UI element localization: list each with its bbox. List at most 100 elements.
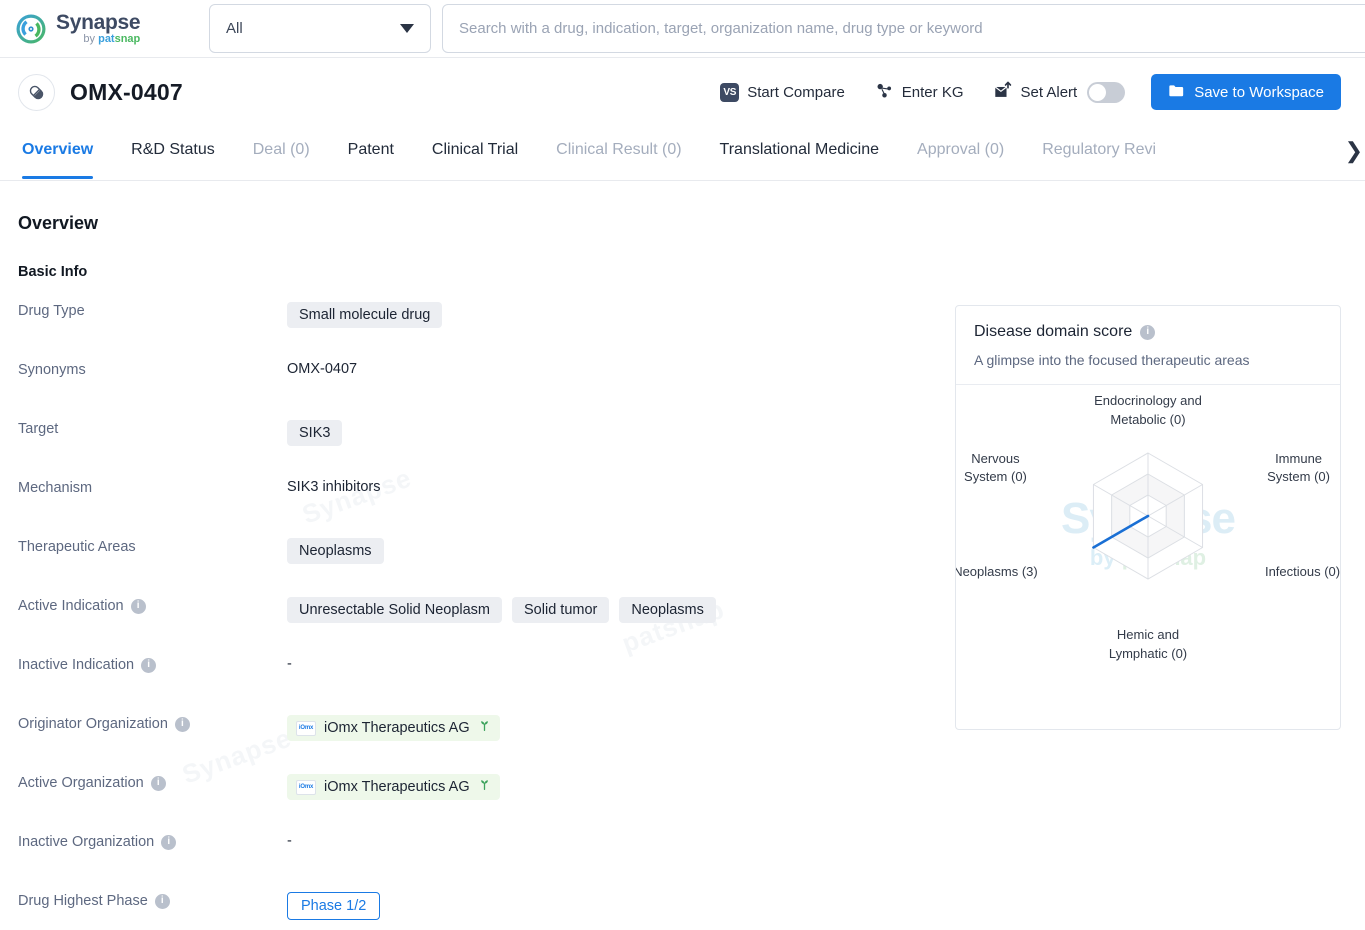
field-label: Inactive Organization i bbox=[18, 832, 287, 850]
pill-icon bbox=[18, 73, 55, 111]
field-label-text: Mechanism bbox=[18, 480, 93, 496]
organization-chip[interactable]: iOmx iOmx Therapeutics AG bbox=[287, 774, 500, 800]
score-card-subtitle: A glimpse into the focused therapeutic a… bbox=[974, 352, 1250, 368]
info-icon[interactable]: i bbox=[154, 893, 170, 909]
save-to-workspace-label: Save to Workspace bbox=[1194, 83, 1324, 101]
main-content: Synapse patsnap Synapse Overview Basic I… bbox=[0, 181, 1365, 930]
tab-overview[interactable]: Overview bbox=[22, 134, 94, 179]
field-label: Therapeutic Areas bbox=[18, 537, 287, 555]
field-label-text: Originator Organization bbox=[18, 716, 168, 732]
chevron-right-icon[interactable]: ❯ bbox=[1330, 138, 1363, 164]
field-row: Target SIK3 bbox=[18, 419, 938, 478]
field-row: Drug Type Small molecule drug bbox=[18, 301, 938, 360]
save-to-workspace-button[interactable]: Save to Workspace bbox=[1151, 74, 1341, 110]
alert-mail-icon bbox=[994, 81, 1013, 103]
field-value: Unresectable Solid Neoplasm Solid tumor Ne… bbox=[287, 596, 716, 623]
score-card-title: Disease domain score i bbox=[974, 323, 1322, 341]
search-input[interactable] bbox=[459, 20, 1365, 37]
field-row: Mechanism SIK3 inhibitors bbox=[18, 478, 938, 537]
value-tag[interactable]: Neoplasms bbox=[619, 597, 716, 623]
info-icon[interactable]: i bbox=[141, 657, 157, 673]
header-actions: VS Start Compare Enter KG Set Alert Save… bbox=[720, 74, 1341, 110]
tab-rd-status[interactable]: R&D Status bbox=[131, 134, 215, 179]
value-text: SIK3 inhibitors bbox=[287, 479, 381, 495]
field-label-text: Inactive Indication bbox=[18, 657, 135, 673]
field-label-text: Drug Type bbox=[18, 303, 85, 319]
value-tag[interactable]: Neoplasms bbox=[287, 538, 384, 564]
synapse-logo-icon bbox=[14, 12, 48, 46]
set-alert-button[interactable]: Set Alert bbox=[994, 81, 1077, 103]
set-alert-toggle[interactable] bbox=[1087, 81, 1126, 103]
organization-name: iOmx Therapeutics AG bbox=[324, 779, 470, 795]
field-value: - bbox=[287, 655, 292, 672]
search-box[interactable] bbox=[442, 4, 1365, 53]
value-text: - bbox=[287, 656, 292, 672]
field-label-text: Synonyms bbox=[18, 362, 86, 378]
field-label-text: Target bbox=[18, 421, 59, 437]
field-label: Originator Organization i bbox=[18, 714, 287, 732]
value-text: OMX-0407 bbox=[287, 361, 358, 377]
chevron-down-icon bbox=[400, 24, 414, 33]
field-label: Active Indication i bbox=[18, 596, 287, 614]
field-row: Synonyms OMX-0407 bbox=[18, 360, 938, 419]
field-value: iOmx iOmx Therapeutics AG bbox=[287, 773, 500, 800]
tab-patent[interactable]: Patent bbox=[348, 134, 394, 179]
basic-info-fields: Drug Type Small molecule drug Synonyms OMX-… bbox=[18, 301, 938, 930]
field-row: Active Indication i Unresectable Solid Neo… bbox=[18, 596, 938, 655]
value-tag[interactable]: Small molecule drug bbox=[287, 302, 443, 328]
tab-clinical-result[interactable]: Clinical Result (0) bbox=[556, 134, 681, 179]
sprout-icon bbox=[478, 719, 491, 737]
organization-logo-icon: iOmx bbox=[296, 779, 316, 795]
brand-name: Synapse bbox=[56, 11, 141, 34]
value-tag[interactable]: SIK3 bbox=[287, 420, 343, 446]
field-label: Drug Type bbox=[18, 301, 287, 319]
organization-chip[interactable]: iOmx iOmx Therapeutics AG bbox=[287, 715, 500, 741]
field-value: iOmx iOmx Therapeutics AG bbox=[287, 714, 500, 741]
field-row: Originator Organization i iOmx iOmx Therape… bbox=[18, 714, 938, 773]
organization-logo-icon: iOmx bbox=[296, 720, 316, 736]
field-label: Target bbox=[18, 419, 287, 437]
radar-svg bbox=[1092, 452, 1204, 580]
knowledge-graph-icon bbox=[875, 81, 894, 104]
field-value: SIK3 bbox=[287, 419, 343, 446]
field-value: Small molecule drug bbox=[287, 301, 443, 328]
phase-chip[interactable]: Phase 1/2 bbox=[287, 892, 381, 920]
search-scope-value: All bbox=[226, 20, 243, 37]
start-compare-label: Start Compare bbox=[747, 83, 845, 101]
folder-icon bbox=[1168, 83, 1185, 102]
field-value: Phase 1/2 bbox=[287, 891, 381, 920]
value-text: - bbox=[287, 833, 292, 849]
field-label: Inactive Indication i bbox=[18, 655, 287, 673]
disease-domain-score-card: Disease domain score i A glimpse into th… bbox=[955, 305, 1341, 730]
value-tag[interactable]: Unresectable Solid Neoplasm bbox=[287, 597, 503, 623]
search-scope-select[interactable]: All bbox=[209, 4, 431, 53]
page-title: OMX-0407 bbox=[70, 78, 183, 105]
field-label-text: Therapeutic Areas bbox=[18, 539, 136, 555]
value-tag[interactable]: Solid tumor bbox=[512, 597, 610, 623]
field-label-text: Active Indication bbox=[18, 598, 124, 614]
info-icon[interactable]: i bbox=[150, 775, 166, 791]
tab-bar: Overview R&D Status Deal (0) Patent Clin… bbox=[0, 134, 1365, 181]
field-value: SIK3 inhibitors bbox=[287, 478, 381, 495]
tab-clinical-trial[interactable]: Clinical Trial bbox=[432, 134, 518, 179]
field-row: Active Organization i iOmx iOmx Therapeutic… bbox=[18, 773, 938, 832]
info-icon[interactable]: i bbox=[1140, 324, 1156, 340]
enter-kg-button[interactable]: Enter KG bbox=[875, 81, 964, 104]
info-icon[interactable]: i bbox=[174, 716, 190, 732]
info-icon[interactable]: i bbox=[130, 598, 146, 614]
tab-translational-medicine[interactable]: Translational Medicine bbox=[720, 134, 879, 179]
field-label: Drug Highest Phase i bbox=[18, 891, 287, 909]
brand-logo[interactable]: Synapse by patsnap bbox=[14, 12, 194, 46]
tab-deal[interactable]: Deal (0) bbox=[253, 134, 310, 179]
section-title: Overview bbox=[18, 213, 99, 233]
field-row: Inactive Indication i - bbox=[18, 655, 938, 714]
field-label: Synonyms bbox=[18, 360, 287, 378]
start-compare-button[interactable]: VS Start Compare bbox=[720, 82, 845, 102]
field-value: OMX-0407 bbox=[287, 360, 357, 377]
field-row: Inactive Organization i - bbox=[18, 832, 938, 891]
tab-regulatory-review[interactable]: Regulatory Revi bbox=[1042, 134, 1156, 179]
tab-approval[interactable]: Approval (0) bbox=[917, 134, 1004, 179]
enter-kg-label: Enter KG bbox=[901, 83, 964, 101]
info-icon[interactable]: i bbox=[161, 834, 177, 850]
field-row: Therapeutic Areas Neoplasms bbox=[18, 537, 938, 596]
